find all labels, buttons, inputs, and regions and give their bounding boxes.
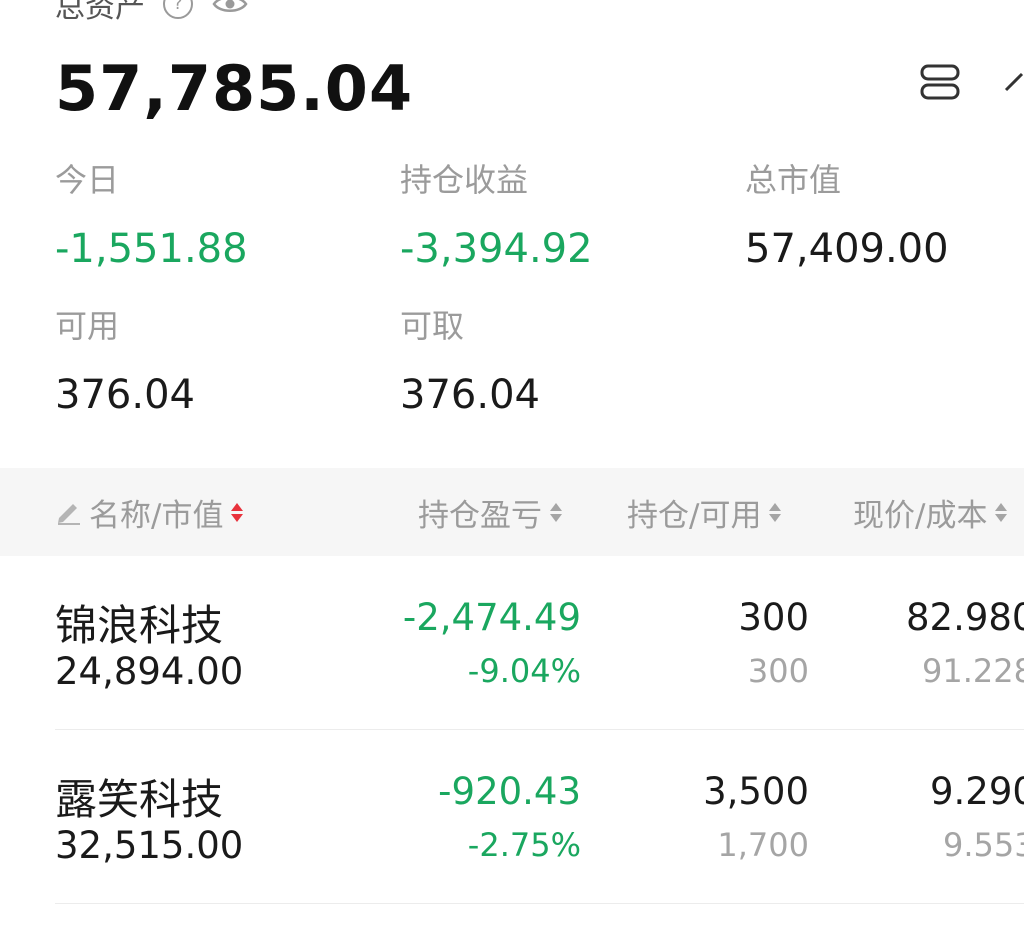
today-pl-value: -1,551.88 — [55, 226, 248, 272]
stock-market-value: 32,515.00 — [55, 824, 244, 867]
market-value-label: 总市值 — [745, 161, 842, 199]
stock-cost: 9.553 — [943, 826, 1024, 864]
stock-available: 300 — [747, 652, 809, 690]
today-pl-block: 今日 -1,551.88 — [55, 160, 248, 274]
column-header-hold-avail[interactable]: 持仓/可用 — [627, 468, 782, 556]
column-header-hold-avail-label: 持仓/可用 — [627, 497, 762, 534]
withdrawable-value: 376.04 — [400, 372, 540, 418]
stock-available: 1,700 — [717, 826, 809, 864]
column-header-price-cost[interactable]: 现价/成本 — [853, 468, 1008, 556]
column-header-price-cost-label: 现价/成本 — [853, 497, 988, 534]
market-value-block: 总市值 57,409.00 — [745, 160, 949, 274]
row-divider — [55, 903, 1024, 904]
stock-price: 82.980 — [906, 596, 1024, 639]
stock-name: 露笑科技 — [55, 775, 224, 824]
stock-market-value: 24,894.00 — [55, 650, 244, 693]
positions-table-header: 名称/市值 持仓盈亏 持仓/可用 现价/成本 — [0, 468, 1024, 556]
column-header-pl-label: 持仓盈亏 — [418, 497, 542, 534]
stock-pl-percent: -9.04% — [467, 652, 581, 690]
holding-pl-block: 持仓收益 -3,394.92 — [400, 160, 593, 274]
stock-holding: 300 — [738, 596, 809, 639]
sort-icon[interactable] — [769, 502, 782, 522]
holding-pl-label: 持仓收益 — [400, 161, 529, 199]
stock-holding: 3,500 — [703, 770, 809, 813]
eye-icon[interactable] — [211, 0, 249, 16]
positions-page: 总资产 ? 57,785.04 今日 -1,551.88 持仓收益 -3,394… — [0, 0, 1024, 938]
withdrawable-block: 可取 376.04 — [400, 306, 540, 420]
question-circle-icon[interactable]: ? — [163, 0, 193, 19]
sort-icon[interactable] — [550, 502, 562, 522]
stock-pl-percent: -2.75% — [467, 826, 581, 864]
sort-icon[interactable] — [995, 502, 1008, 522]
stock-name: 锦浪科技 — [55, 601, 224, 650]
column-header-name-mv[interactable]: 名称/市值 — [55, 468, 244, 556]
sort-icon[interactable] — [231, 502, 244, 522]
pencil-icon[interactable] — [55, 498, 83, 526]
column-header-name-mv-label: 名称/市值 — [89, 497, 224, 534]
stock-pl: -920.43 — [438, 770, 581, 813]
stock-cost: 91.228 — [922, 652, 1024, 690]
holding-pl-value: -3,394.92 — [400, 226, 593, 272]
available-value: 376.04 — [55, 372, 195, 418]
withdrawable-label: 可取 — [400, 307, 465, 345]
available-block: 可用 376.04 — [55, 306, 195, 420]
collapse-icon[interactable] — [1004, 66, 1024, 96]
today-pl-label: 今日 — [55, 161, 120, 199]
stock-price: 9.290 — [930, 770, 1024, 813]
table-row[interactable]: 锦浪科技 24,894.00 -2,474.49 -9.04% 300 300 … — [0, 556, 1024, 730]
total-assets-value: 57,785.04 — [55, 52, 414, 125]
stock-pl: -2,474.49 — [402, 596, 581, 639]
column-header-pl[interactable]: 持仓盈亏 — [418, 468, 562, 556]
total-assets-label: 总资产 — [55, 0, 145, 25]
total-assets-header: 总资产 ? — [55, 0, 249, 25]
available-label: 可用 — [55, 307, 120, 345]
market-value-value: 57,409.00 — [745, 226, 949, 272]
layout-toggle-icon[interactable] — [920, 64, 960, 100]
table-row[interactable]: 露笑科技 32,515.00 -920.43 -2.75% 3,500 1,70… — [0, 730, 1024, 904]
